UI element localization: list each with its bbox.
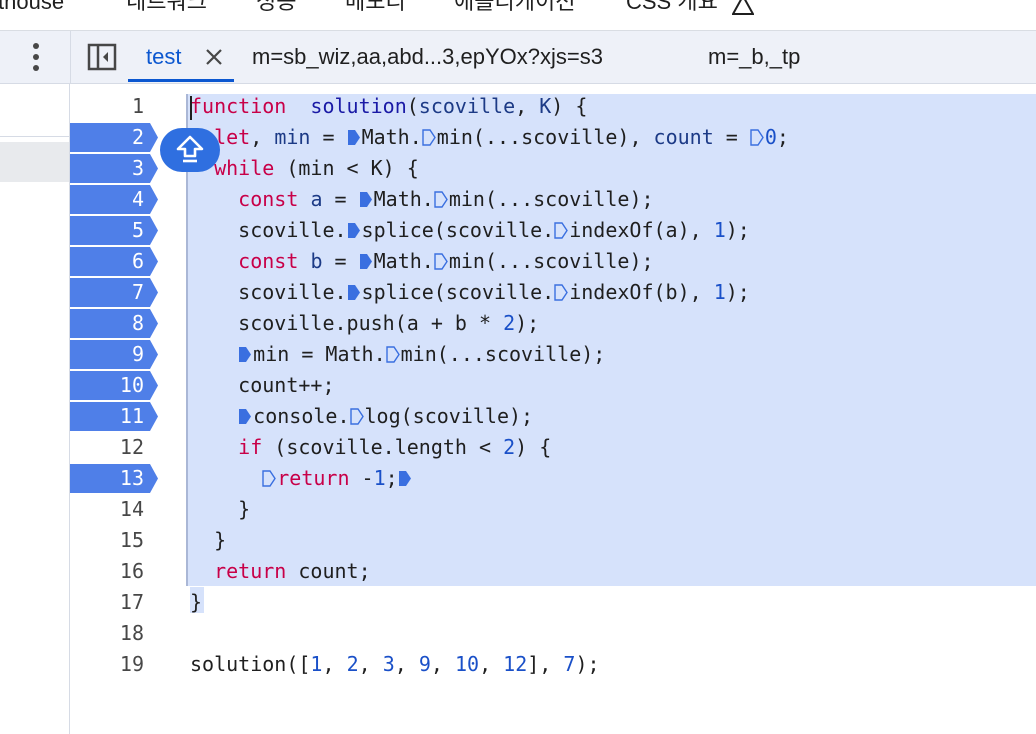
close-icon[interactable] [202,45,226,69]
panel-tab-lighthouse[interactable]: thouse [0,0,64,16]
code-line: 16 return count; [70,556,1036,587]
code-line: 12 if (scoville.length < 2) { [70,432,1036,463]
code-line: 17} [70,587,1036,618]
inline-breakpoint-active-icon[interactable] [347,284,361,301]
code-line: 11 console. log(scoville); [70,401,1036,432]
line-number[interactable]: 15 [70,525,144,556]
code-line: 4 const a = Math. min(...scoville); [70,184,1036,215]
editor-tab-bar: test m=sb_wiz,aa,abd...3,epYOx?xjs=s3 m=… [0,31,1036,84]
code-line: 5 scoville. splice(scoville. indexOf(a), 1… [70,215,1036,246]
line-number[interactable]: 6 [70,246,144,277]
line-number[interactable]: 9 [70,339,144,370]
line-number[interactable]: 19 [70,649,144,680]
code-text: min = Math. min(...scoville); [190,339,605,370]
code-editor[interactable]: 1 function solution(scoville, K) { 2 let, … [70,84,1036,734]
code-line: 14 } [70,494,1036,525]
line-number[interactable]: 5 [70,215,144,246]
panel-tab-application[interactable]: 애플리케이션 [454,0,575,16]
navigator-divider [0,136,69,137]
inline-breakpoint-active-icon[interactable] [238,346,252,363]
step-out-icon[interactable] [160,128,220,172]
line-number[interactable]: 11 [70,401,144,432]
inline-breakpoint-active-icon[interactable] [347,129,361,146]
line-number[interactable]: 14 [70,494,144,525]
line-number[interactable]: 16 [70,556,144,587]
code-text: while (min < K) { [214,156,419,180]
code-text: const b = Math. min(...scoville); [238,249,654,273]
inline-breakpoint-active-icon[interactable] [359,191,373,208]
inline-breakpoint-active-icon[interactable] [238,408,252,425]
code-text: scoville. splice(scoville. indexOf(b), 1); [190,280,750,304]
code-line: 1 function solution(scoville, K) { [70,91,1036,122]
inline-breakpoint-icon[interactable] [554,284,569,301]
panel-tab-network[interactable]: 네트워크 [126,0,207,16]
active-tab-indicator [128,79,234,82]
file-tab-sb-wiz[interactable]: m=sb_wiz,aa,abd...3,epYOx?xjs=s3 [252,31,603,83]
code-text: console. log(scoville); [190,401,533,432]
code-text: return -1; [190,463,413,494]
code-text: scoville. splice(scoville. indexOf(a), 1); [190,218,750,242]
code-line: 10 count++; [70,370,1036,401]
toggle-navigator-icon[interactable] [87,43,117,71]
line-number[interactable]: 2 [70,122,144,153]
line-number[interactable]: 7 [70,277,144,308]
code-line: 7 scoville. splice(scoville. indexOf(b), 1… [70,277,1036,308]
inline-breakpoint-icon[interactable] [385,346,400,363]
line-number[interactable]: 13 [70,463,144,494]
code-text: solution([1, 2, 3, 9, 10, 12], 7); [190,652,600,676]
inline-breakpoint-icon[interactable] [434,191,448,208]
code-text: } [190,528,227,552]
code-text: scoville.push(a + b * 2); [190,311,540,335]
code-text: } [190,590,203,614]
inline-breakpoint-icon[interactable] [554,222,569,239]
line-number[interactable]: 1 [70,91,144,122]
code-text: if (scoville.length < 2) { [238,435,552,459]
code-line: 9 min = Math. min(...scoville); [70,339,1036,370]
panel-tab-memory[interactable]: 메모리 [345,0,406,16]
code-text: } [190,497,251,521]
line-number[interactable]: 17 [70,587,144,618]
inline-breakpoint-active-icon[interactable] [347,222,361,239]
inline-breakpoint-icon[interactable] [434,253,448,270]
line-number[interactable]: 4 [70,184,144,215]
code-line: 19 solution([1, 2, 3, 9, 10, 12], 7); [70,649,1036,680]
tab-divider [70,31,71,83]
line-number[interactable]: 18 [70,618,144,649]
panel-tab-css-overview[interactable]: CSS 개요 [626,0,718,16]
inline-breakpoint-icon[interactable] [750,129,764,146]
code-text: const a = Math. min(...scoville); [238,187,654,211]
file-tab-b-tp[interactable]: m=_b,_tp [708,31,800,83]
more-vert-icon[interactable] [26,41,46,73]
inline-breakpoint-active-icon[interactable] [398,470,412,487]
navigator-selected-row[interactable] [0,142,69,182]
panel-tab-strip: thouse 네트워크 성능 메모리 애플리케이션 CSS 개요 [0,0,1036,31]
code-text: function solution(scoville, K) { [190,94,588,118]
code-line: 8 scoville.push(a + b * 2); [70,308,1036,339]
code-line: 13 return -1; [70,463,1036,494]
inline-breakpoint-icon[interactable] [349,408,364,425]
warning-triangle-icon [732,0,754,15]
code-line: 15 } [70,525,1036,556]
line-number[interactable]: 10 [70,370,144,401]
panel-tab-performance[interactable]: 성능 [256,0,296,16]
code-line: 18 [70,618,1036,649]
code-text: count++; [190,373,335,397]
text-caret [190,96,192,120]
line-number[interactable]: 12 [70,432,144,463]
code-text: let, min = Math. min(...scoville), count … [214,125,789,149]
code-line: 6 const b = Math. min(...scoville); [70,246,1036,277]
line-number[interactable]: 3 [70,153,144,184]
inline-breakpoint-icon[interactable] [422,129,436,146]
file-tab-test[interactable]: test [146,31,181,83]
code-text: return count; [214,559,371,583]
line-number[interactable]: 8 [70,308,144,339]
navigator-pane [0,84,69,734]
inline-breakpoint-icon[interactable] [262,470,277,487]
inline-breakpoint-active-icon[interactable] [359,253,373,270]
